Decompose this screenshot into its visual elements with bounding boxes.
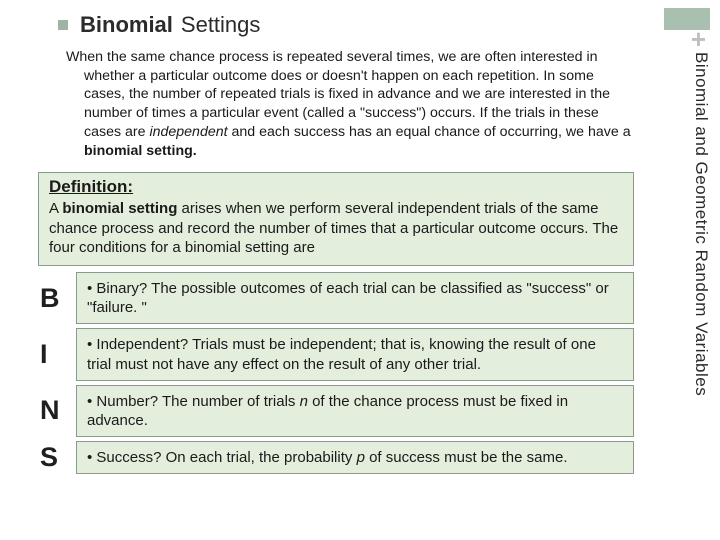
plus-icon: + <box>691 26 706 52</box>
intro-mid: and each success has an equal chance of … <box>232 124 631 140</box>
intro-paragraph: When the same chance process is repeated… <box>48 48 634 160</box>
def-lead-bold: binomial setting <box>62 200 177 217</box>
bins-cell-s: • Success? On each trial, the probabilit… <box>76 441 634 474</box>
bins-s-pre: • Success? On each trial, the probabilit… <box>87 449 357 466</box>
bins-s-post: of success must be the same. <box>365 449 568 466</box>
bins-letter-n: N <box>38 385 70 437</box>
bins-cell-b: • Binary? The possible outcomes of each … <box>76 272 634 324</box>
slide: + Binomial and Geometric Random Variable… <box>0 0 720 540</box>
title-word-bold: Binomial <box>80 12 173 38</box>
bins-row-n: N • Number? The number of trials n of th… <box>38 385 634 437</box>
bins-row-b: B • Binary? The possible outcomes of eac… <box>38 272 634 324</box>
bins-letter-s: S <box>38 441 70 474</box>
definition-block: Definition: A binomial setting arises wh… <box>38 172 634 266</box>
slide-title: Binomial Settings <box>58 12 692 38</box>
bins-n-italic: n <box>300 393 308 410</box>
bins-row-s: S • Success? On each trial, the probabil… <box>38 441 634 474</box>
bins-s-italic: p <box>357 449 365 466</box>
bins-letter-b: B <box>38 272 70 324</box>
side-chapter-label: Binomial and Geometric Random Variables <box>691 52 711 502</box>
definition-body: A binomial setting arises when we perfor… <box>49 199 623 257</box>
bins-cell-i: • Independent? Trials must be independen… <box>76 328 634 380</box>
bins-letter-i: I <box>38 328 70 380</box>
bins-cell-n: • Number? The number of trials n of the … <box>76 385 634 437</box>
bins-n-pre: • Number? The number of trials <box>87 393 300 410</box>
def-lead-a: A <box>49 200 62 217</box>
title-word-rest: Settings <box>181 12 261 38</box>
intro-bold-tail: binomial setting. <box>84 143 197 159</box>
intro-italic: independent <box>149 124 231 140</box>
title-bullet-icon <box>58 20 68 30</box>
bins-row-i: I • Independent? Trials must be independ… <box>38 328 634 380</box>
definition-heading: Definition: <box>49 177 623 197</box>
